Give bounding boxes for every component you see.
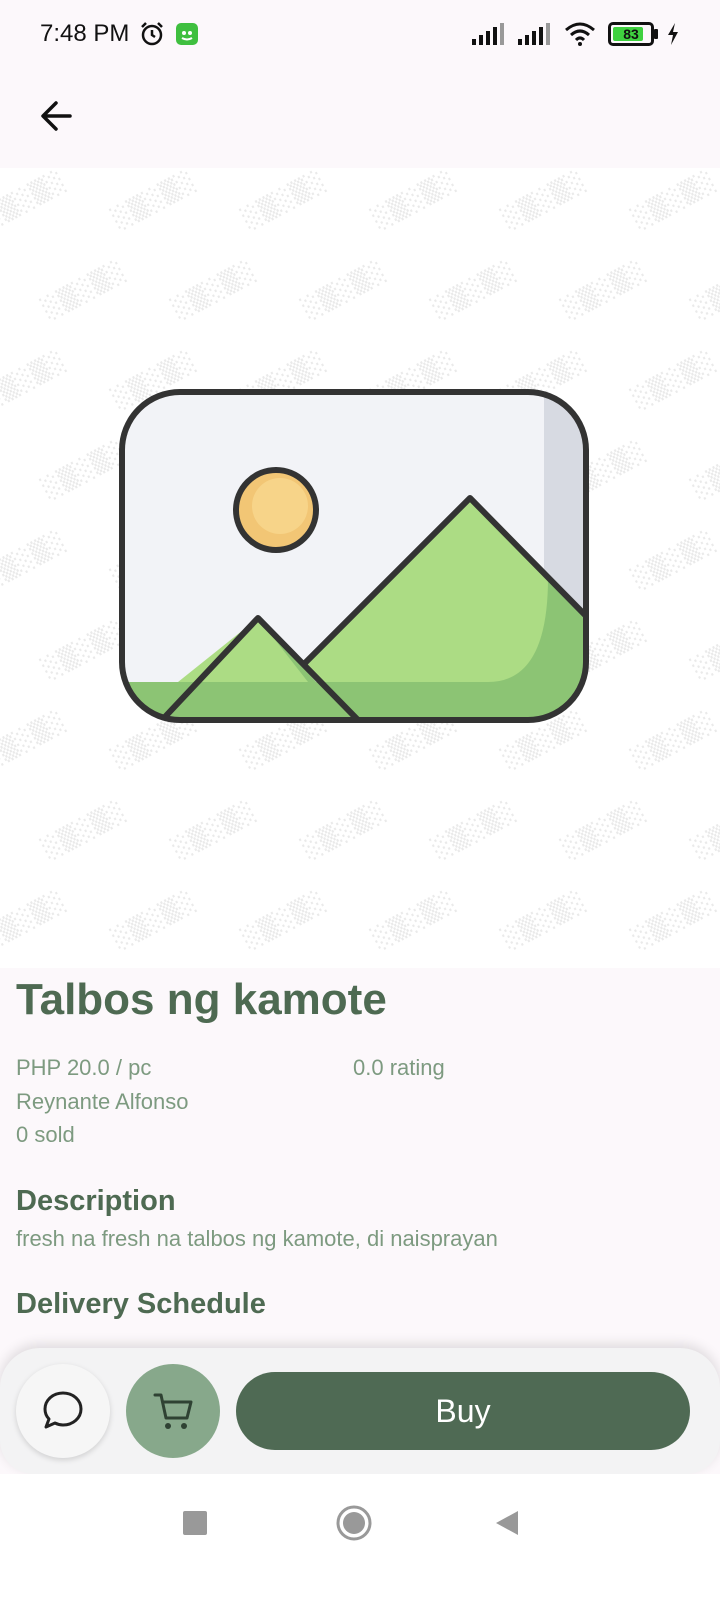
watermark-pattern: ░▒░▒░ [499,888,591,953]
watermark-pattern: ░▒░▒░ [0,348,71,413]
sold-count: 0 sold [16,1122,75,1147]
watermark-pattern: ░▒░▒░ [109,888,201,953]
watermark-pattern: ░▒░▒░ [559,798,651,863]
watermark-pattern: ░▒░▒░ [629,888,720,953]
chat-button[interactable] [16,1364,110,1458]
signal-icon [472,23,504,45]
watermark-pattern: ░▒░▒░ [429,798,521,863]
top-app-bar [0,68,720,168]
chat-bubble-icon [43,1391,83,1429]
product-price: PHP 20.0 / pc [16,1055,152,1080]
cart-icon [153,1393,193,1429]
watermark-pattern: ░▒░▒░ [169,258,261,323]
watermark-pattern: ░▒░▒░ [689,618,720,683]
watermark-pattern: ░▒░▒░ [429,258,521,323]
watermark-pattern: ░▒░▒░ [239,168,331,233]
back-triangle-icon[interactable] [494,1510,520,1536]
charging-icon [668,23,678,45]
watermark-pattern: ░▒░▒░ [239,888,331,953]
description-text: fresh na fresh na talbos ng kamote, di n… [16,1226,498,1251]
watermark-pattern: ░▒░▒░ [369,888,461,953]
watermark-pattern: ░▒░▒░ [689,438,720,503]
watermark-pattern: ░▒░▒░ [39,798,131,863]
product-details: Talbos ng kamote PHP 20.0 / pc 0.0 ratin… [16,975,706,1321]
wifi-icon [565,22,595,46]
watermark-pattern: ░▒░▒░ [559,258,651,323]
action-bar: Buy [0,1348,720,1474]
watermark-pattern: ░▒░▒░ [109,168,201,233]
watermark-pattern: ░▒░▒░ [0,528,71,593]
watermark-pattern: ░▒░▒░ [0,888,71,953]
seller-name: Reynante Alfonso [16,1089,189,1114]
delivery-heading: Delivery Schedule [16,1288,266,1320]
status-time: 7:48 PM [40,20,130,47]
product-rating: 0.0 rating [353,1055,445,1080]
recents-square-icon[interactable] [182,1510,208,1536]
watermark-pattern: ░▒░▒░ [629,528,720,593]
watermark-pattern: ░▒░▒░ [629,348,720,413]
battery-level: 83 [623,26,639,42]
description-section: Description fresh na fresh na talbos ng … [16,1185,706,1252]
system-nav-bar [0,1474,720,1600]
signal-icon [518,23,550,45]
watermark-pattern: ░▒░▒░ [169,798,261,863]
status-left: 7:48 PM [40,20,199,48]
status-bar: 7:48 PM 83 [0,0,720,68]
home-circle-icon[interactable] [335,1504,373,1542]
image-placeholder-icon [119,389,589,723]
alarm-icon [141,22,164,46]
product-name: Talbos ng kamote [16,975,387,1024]
status-right: 83 [472,22,680,46]
watermark-pattern: ░▒░▒░ [39,618,131,683]
product-info: PHP 20.0 / pc 0.0 rating Reynante Alfons… [16,1055,706,1165]
watermark-pattern: ░▒░▒░ [629,168,720,233]
description-heading: Description [16,1185,176,1217]
product-image: ░▒░▒░ ░▒░▒░ ░▒░▒░ ░▒░▒░ ░▒░▒░ ░▒░▒░ ░▒░▒░ ░▒░▒░… [0,168,720,968]
watermark-pattern: ░▒░▒░ [0,708,71,773]
arrow-left-icon [41,101,72,131]
watermark-pattern: ░▒░▒░ [629,708,720,773]
watermark-pattern: ░▒░▒░ [39,258,131,323]
watermark-pattern: ░▒░▒░ [369,168,461,233]
add-to-cart-button[interactable] [126,1364,220,1458]
back-button[interactable] [28,88,84,144]
watermark-pattern: ░▒░▒░ [689,798,720,863]
watermark-pattern: ░▒░▒░ [689,258,720,323]
buy-button[interactable]: Buy [236,1372,690,1450]
watermark-pattern: ░▒░▒░ [299,798,391,863]
delivery-section: Delivery Schedule [16,1288,706,1321]
watermark-pattern: ░▒░▒░ [299,258,391,323]
battery-cap [654,29,658,39]
app-notification-icon [176,23,199,45]
watermark-pattern: ░▒░▒░ [0,168,71,233]
battery-icon: 83 [608,22,658,46]
watermark-pattern: ░▒░▒░ [499,168,591,233]
watermark-pattern: ░▒░▒░ [39,438,131,503]
